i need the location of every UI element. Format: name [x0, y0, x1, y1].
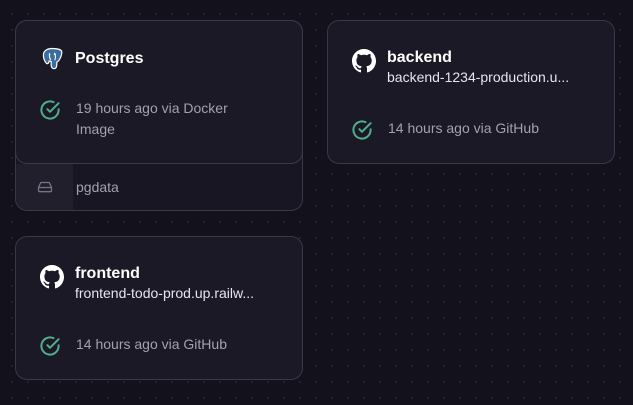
backend-card-header: backend backend-1234-production.u... [351, 48, 569, 86]
check-circle-icon [352, 120, 372, 140]
hard-drive-icon [16, 164, 73, 210]
postgres-service-card[interactable]: Postgres 19 hours ago via Docker Image [15, 20, 303, 164]
service-name: frontend [75, 265, 140, 282]
status-text: 19 hours ago via Docker Image [76, 100, 228, 137]
check-circle-icon [40, 336, 60, 356]
postgres-elephant-icon [39, 46, 65, 72]
service-name: Postgres [75, 50, 144, 67]
project-canvas[interactable]: Postgres 19 hours ago via Docker Image p… [0, 0, 633, 405]
frontend-service-card[interactable]: frontend frontend-todo-prod.up.railw... … [15, 236, 303, 380]
service-domain[interactable]: frontend-todo-prod.up.railw... [75, 284, 254, 302]
deployment-status: 19 hours ago via Docker Image [39, 98, 256, 140]
volume-row[interactable]: pgdata [16, 164, 302, 210]
frontend-card-header: frontend frontend-todo-prod.up.railw... [39, 264, 254, 302]
status-text: 14 hours ago via GitHub [76, 336, 227, 352]
volume-name: pgdata [76, 179, 119, 195]
postgres-service-group[interactable]: Postgres 19 hours ago via Docker Image p… [15, 20, 303, 211]
check-circle-icon [40, 100, 60, 120]
service-name: backend [387, 49, 452, 66]
backend-service-card[interactable]: backend backend-1234-production.u... 14 … [327, 20, 615, 164]
github-icon [351, 48, 377, 74]
status-text: 14 hours ago via GitHub [388, 120, 539, 136]
github-icon [39, 264, 65, 290]
deployment-status: 14 hours ago via GitHub [351, 118, 539, 141]
deployment-status: 14 hours ago via GitHub [39, 334, 227, 357]
postgres-card-header: Postgres [39, 46, 143, 72]
service-domain[interactable]: backend-1234-production.u... [387, 68, 569, 86]
